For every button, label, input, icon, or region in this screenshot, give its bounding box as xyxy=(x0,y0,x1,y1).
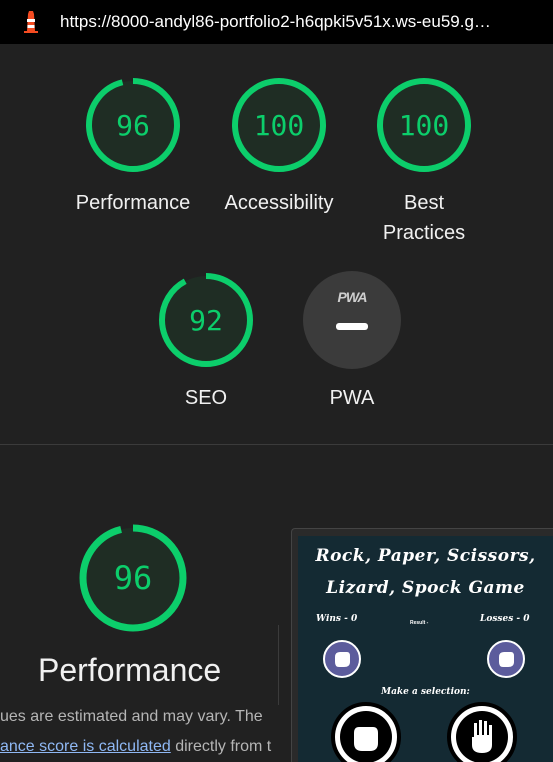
performance-title: Performance xyxy=(38,652,222,688)
pwa-badge[interactable]: PWA xyxy=(303,271,401,369)
rock-icon xyxy=(331,702,401,762)
pwa-badge-text: PWA xyxy=(337,289,368,305)
lighthouse-icon xyxy=(19,10,43,34)
losses-counter: Losses - 0 xyxy=(480,614,530,624)
pwa-label: PWA xyxy=(329,387,375,409)
performance-gauge[interactable]: 96 xyxy=(84,76,182,174)
browser-url-bar[interactable]: https://8000-andyl86-portfolio2-h6qpki5v… xyxy=(0,0,553,44)
description-rest: directly from t xyxy=(170,738,272,755)
seo-score: 92 xyxy=(189,303,223,337)
seo-label: SEO xyxy=(184,387,228,409)
computer-avatar-icon xyxy=(487,640,525,678)
make-selection-text: Make a selection: xyxy=(381,687,470,697)
result-text: Result - xyxy=(410,620,429,626)
accessibility-label: Accessibility xyxy=(224,192,334,214)
performance-label: Performance xyxy=(75,192,191,214)
performance-description: ues are estimated and may vary. The xyxy=(0,708,263,725)
player-avatar-icon xyxy=(323,640,361,678)
section-vertical-divider xyxy=(278,625,279,705)
wins-counter: Wins - 0 xyxy=(316,614,358,624)
final-screenshot[interactable]: Rock, Paper, Scissors, Lizard, Spock Gam… xyxy=(298,536,553,762)
best-practices-label: Best Practices xyxy=(374,188,474,248)
best-practices-gauge[interactable]: 100 xyxy=(375,76,473,174)
accessibility-gauge[interactable]: 100 xyxy=(230,76,328,174)
performance-description-line2: ance score is calculated directly from t xyxy=(0,738,271,756)
best-practices-score: 100 xyxy=(398,108,450,142)
game-title-line2: Lizard, Spock Game xyxy=(326,578,525,598)
paper-icon xyxy=(447,702,517,762)
pwa-dash-icon xyxy=(336,323,368,330)
game-title-line1: Rock, Paper, Scissors, xyxy=(315,546,536,566)
url-text[interactable]: https://8000-andyl86-portfolio2-h6qpki5v… xyxy=(60,12,491,32)
score-calculated-link[interactable]: ance score is calculated xyxy=(0,738,171,755)
performance-score: 96 xyxy=(116,108,150,142)
seo-gauge[interactable]: 92 xyxy=(157,271,255,369)
performance-big-gauge: 96 xyxy=(77,522,189,634)
best-practices-label-word: Practices xyxy=(382,222,466,244)
performance-big-score: 96 xyxy=(113,559,153,597)
accessibility-score: 100 xyxy=(253,108,305,142)
best-practices-label-word: Best xyxy=(403,192,445,214)
section-divider xyxy=(0,444,553,445)
